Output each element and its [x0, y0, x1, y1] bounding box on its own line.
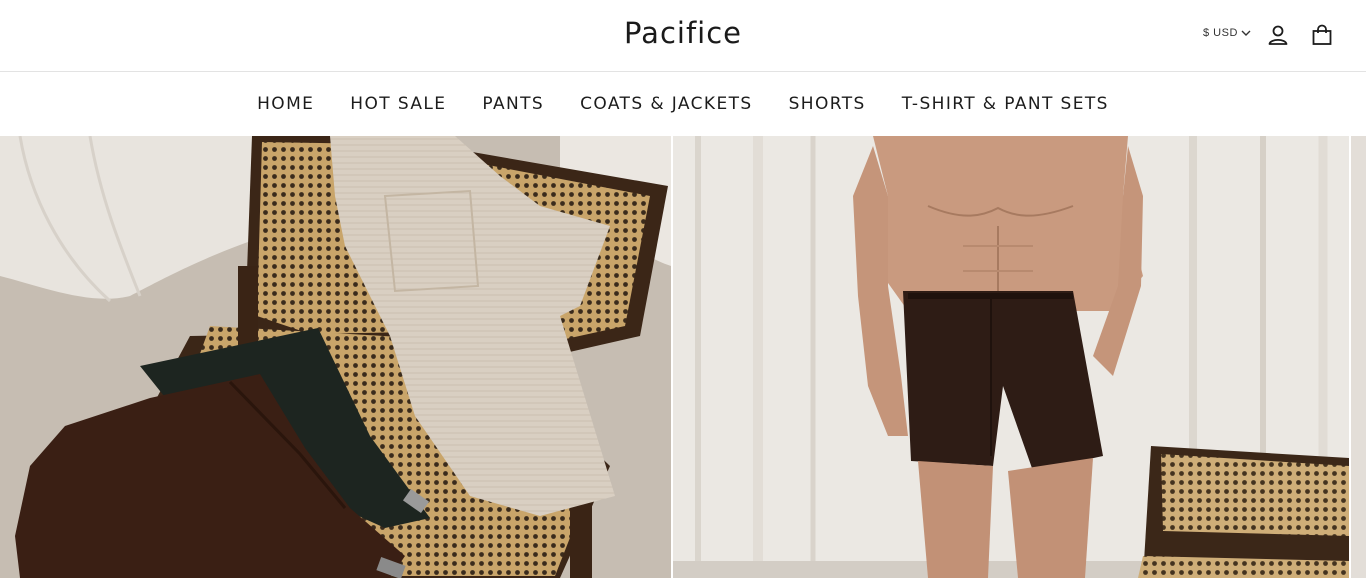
hero-image-products-on-chair[interactable] [0, 136, 671, 578]
hero-image-illustration [673, 136, 1349, 578]
nav-item-tshirt-pant-sets[interactable]: T-SHIRT & PANT SETS [902, 94, 1109, 114]
hero-image-next-slide[interactable] [1351, 136, 1366, 578]
hero-image-model-in-shorts[interactable] [673, 136, 1349, 578]
account-button[interactable] [1267, 24, 1289, 46]
hero-image-illustration [0, 136, 671, 578]
user-icon [1268, 25, 1288, 45]
currency-label: $ USD [1203, 27, 1238, 39]
chevron-down-icon [1241, 30, 1251, 36]
site-header: Pacifice $ USD [0, 0, 1366, 72]
nav-item-pants[interactable]: PANTS [482, 94, 544, 114]
store-logo[interactable]: Pacifice [0, 16, 1366, 50]
cart-button[interactable] [1311, 24, 1333, 46]
nav-item-coats-jackets[interactable]: COATS & JACKETS [580, 94, 752, 114]
currency-selector[interactable]: $ USD [1203, 27, 1251, 39]
nav-item-home[interactable]: HOME [257, 94, 314, 114]
nav-item-hot-sale[interactable]: HOT SALE [350, 94, 446, 114]
shopping-bag-icon [1312, 24, 1332, 45]
hero-slideshow [0, 136, 1366, 578]
nav-item-shorts[interactable]: SHORTS [789, 94, 866, 114]
main-navigation: HOME HOT SALE PANTS COATS & JACKETS SHOR… [0, 72, 1366, 136]
